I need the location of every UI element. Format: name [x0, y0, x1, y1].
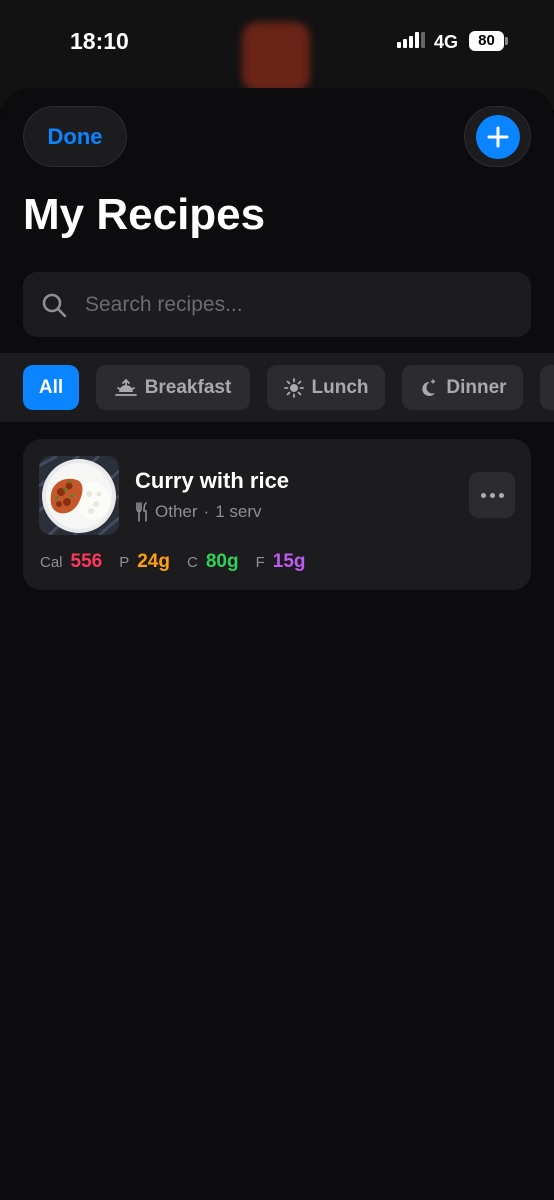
filter-chip-next[interactable] — [540, 365, 554, 410]
screen: 18:10 4G 80 Done My Recipes All — [0, 0, 554, 1200]
recipe-thumbnail — [39, 456, 119, 535]
meta-separator: · — [203, 502, 210, 521]
status-time: 18:10 — [70, 28, 129, 54]
macro-calories-value: 556 — [70, 551, 103, 572]
sunrise-icon — [114, 378, 137, 396]
cellular-signal-icon — [397, 32, 425, 48]
search-input[interactable] — [85, 284, 531, 325]
filter-chip-breakfast[interactable]: Breakfast — [96, 365, 250, 410]
search-icon — [41, 292, 67, 318]
page-title: My Recipes — [23, 190, 266, 239]
macro-protein-label: P — [119, 554, 130, 571]
ellipsis-icon — [480, 492, 504, 498]
fork-knife-icon — [136, 502, 147, 522]
category-filter-bar: All Breakfast Lunch Dinner — [0, 353, 554, 422]
battery-tip — [505, 37, 508, 45]
search-bar[interactable] — [23, 272, 531, 337]
filter-chip-label: Dinner — [446, 376, 507, 398]
macro-protein-value: 24g — [137, 551, 170, 572]
macro-fat-label: F — [255, 554, 265, 571]
done-button[interactable]: Done — [23, 106, 127, 167]
recipe-more-button[interactable] — [469, 472, 515, 518]
macro-carbs-value: 80g — [205, 551, 239, 572]
filter-chip-all[interactable]: All — [23, 365, 79, 410]
add-recipe-button[interactable] — [464, 106, 531, 167]
filter-chip-lunch[interactable]: Lunch — [267, 365, 385, 410]
macro-calories-label: Cal — [40, 554, 63, 571]
filter-chip-label: Breakfast — [144, 376, 232, 398]
filter-chip-label: Lunch — [311, 376, 369, 398]
sun-icon — [283, 377, 304, 398]
filter-chip-label: All — [38, 376, 64, 398]
recipes-sheet: Done My Recipes All Breakfast Lunch — [0, 88, 554, 1200]
moon-stars-icon — [422, 378, 436, 396]
plus-icon — [475, 114, 520, 159]
macro-carbs-label: C — [186, 554, 198, 571]
recipe-meta: Other · 1 serv — [135, 502, 262, 522]
battery-icon: 80 — [469, 31, 504, 51]
battery-level: 80 — [478, 32, 495, 49]
status-bar: 18:10 4G 80 — [0, 0, 554, 84]
macro-row: Cal 556 P 24g C 80g F 15g — [40, 551, 323, 573]
recipe-name: Curry with rice — [135, 468, 290, 493]
network-type: 4G — [434, 32, 459, 52]
recipe-servings: 1 serv — [215, 502, 262, 521]
macro-fat-value: 15g — [272, 551, 306, 572]
recipe-card[interactable]: Curry with rice Other · 1 serv Cal 556 P… — [23, 439, 531, 590]
recipe-category: Other — [155, 502, 198, 521]
filter-chip-dinner[interactable]: Dinner — [402, 365, 523, 410]
